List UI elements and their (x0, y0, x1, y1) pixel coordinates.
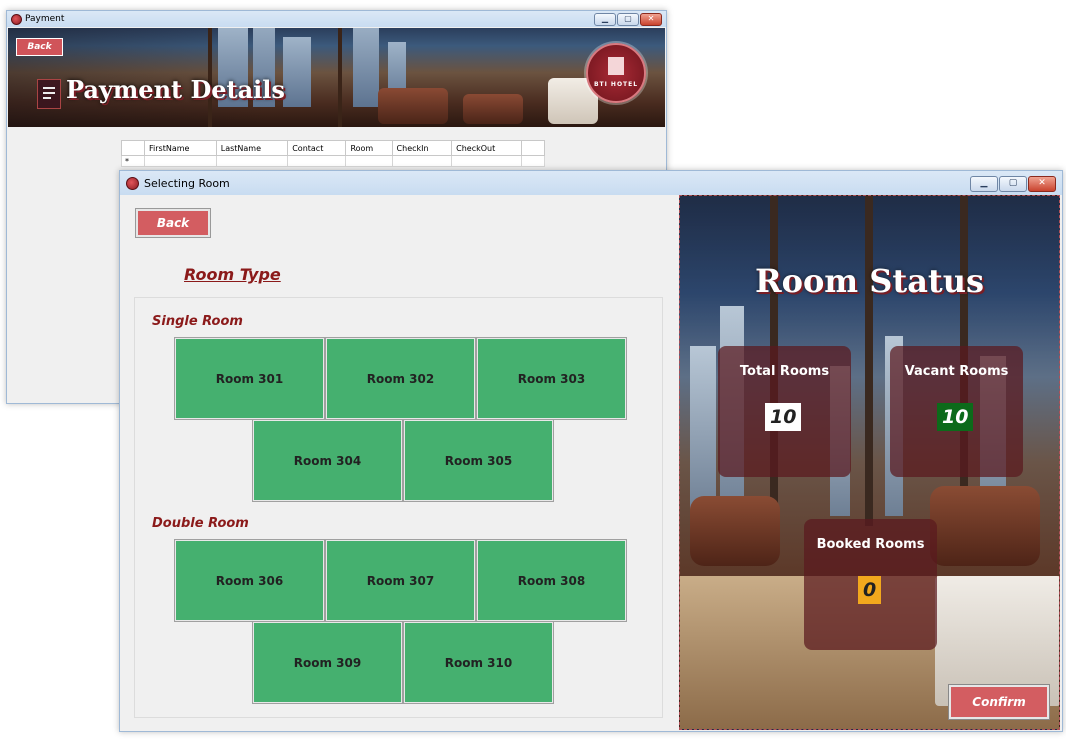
total-rooms-label: Total Rooms (739, 364, 830, 379)
vacant-rooms-label: Vacant Rooms (904, 364, 1009, 379)
scene-window-frame (865, 196, 873, 526)
booked-rooms-label: Booked Rooms (816, 537, 925, 552)
room-309-button[interactable]: Room 309 (252, 621, 403, 704)
back-button[interactable]: Back (135, 208, 211, 238)
grid-cell[interactable] (345, 155, 393, 167)
vacant-rooms-card: Vacant Rooms 10 (890, 346, 1023, 477)
maximize-button[interactable]: ▢ (617, 13, 639, 26)
payment-titlebar: Payment ▁ ▢ ✕ (7, 11, 666, 27)
column-header[interactable]: Contact (287, 140, 347, 156)
hotel-logo: BTI HOTEL (586, 43, 646, 103)
column-header[interactable]: LastName (215, 140, 289, 156)
banner-armchair (378, 88, 448, 124)
room-304-button[interactable]: Room 304 (252, 419, 403, 502)
scene-building (690, 346, 716, 516)
room-status-title: Room Status (755, 262, 984, 300)
column-header[interactable]: CheckIn (391, 140, 453, 156)
single-room-label: Single Room (152, 314, 243, 329)
booked-rooms-value: 0 (858, 576, 882, 604)
room-selection-panel: Back Room Type Single Room Room 301 Room… (121, 195, 680, 730)
scene-armchair (930, 486, 1040, 566)
grid-header-row: FirstName LastName Contact Room CheckIn … (121, 140, 545, 156)
double-room-label: Double Room (152, 516, 249, 531)
grid-cell[interactable] (144, 155, 217, 167)
table-row[interactable]: * (121, 155, 545, 167)
maximize-button[interactable]: ▢ (999, 176, 1027, 192)
close-button[interactable]: ✕ (640, 13, 662, 26)
grid-cell[interactable] (215, 155, 289, 167)
banner-window-frame (338, 28, 342, 127)
confirm-button[interactable]: Confirm (948, 684, 1050, 720)
select-window-title: Selecting Room (144, 176, 230, 190)
payment-window-title: Payment (25, 14, 65, 24)
payment-grid[interactable]: FirstName LastName Contact Room CheckIn … (121, 140, 545, 167)
row-header-cell (121, 140, 145, 156)
column-header[interactable]: FirstName (144, 140, 217, 156)
window-controls: ▁ ▢ ✕ (594, 13, 662, 26)
building-icon (608, 57, 624, 75)
document-icon (37, 79, 61, 109)
room-group-box: Single Room Room 301 Room 302 Room 303 R… (134, 297, 663, 718)
scene-armchair (690, 496, 780, 566)
room-status-panel: Room Status Total Rooms 10 Vacant Rooms … (679, 195, 1060, 730)
room-302-button[interactable]: Room 302 (325, 337, 476, 420)
booked-rooms-card: Booked Rooms 0 (804, 519, 937, 650)
column-header[interactable]: Room (345, 140, 393, 156)
grid-cell[interactable] (451, 155, 522, 167)
app-icon (11, 13, 22, 25)
room-303-button[interactable]: Room 303 (476, 337, 627, 420)
grid-cell[interactable] (521, 155, 545, 167)
total-rooms-value: 10 (765, 403, 802, 431)
room-305-button[interactable]: Room 305 (403, 419, 554, 502)
page-title: Payment Details (66, 75, 285, 104)
vacant-rooms-value: 10 (937, 403, 974, 431)
back-button[interactable]: Back (16, 38, 63, 56)
room-308-button[interactable]: Room 308 (476, 539, 627, 622)
grid-cell[interactable] (391, 155, 453, 167)
selecting-room-window: Selecting Room ▁ ▢ ✕ Back Room Type Sing… (119, 170, 1063, 732)
room-310-button[interactable]: Room 310 (403, 621, 554, 704)
window-controls: ▁ ▢ ✕ (970, 176, 1056, 192)
new-row-marker: * (121, 155, 145, 167)
room-307-button[interactable]: Room 307 (325, 539, 476, 622)
room-306-button[interactable]: Room 306 (174, 539, 325, 622)
logo-text: BTI HOTEL (593, 81, 639, 88)
minimize-button[interactable]: ▁ (970, 176, 998, 192)
banner-armchair (463, 94, 523, 124)
row-header-cell (521, 140, 545, 156)
select-titlebar: Selecting Room ▁ ▢ ✕ (120, 171, 1062, 195)
close-button[interactable]: ✕ (1028, 176, 1056, 192)
room-type-heading: Room Type (184, 265, 281, 284)
banner-building (353, 28, 379, 107)
column-header[interactable]: CheckOut (451, 140, 522, 156)
room-301-button[interactable]: Room 301 (174, 337, 325, 420)
grid-cell[interactable] (287, 155, 347, 167)
banner-building (283, 37, 311, 107)
total-rooms-card: Total Rooms 10 (718, 346, 851, 477)
app-icon (126, 176, 139, 190)
minimize-button[interactable]: ▁ (594, 13, 616, 26)
